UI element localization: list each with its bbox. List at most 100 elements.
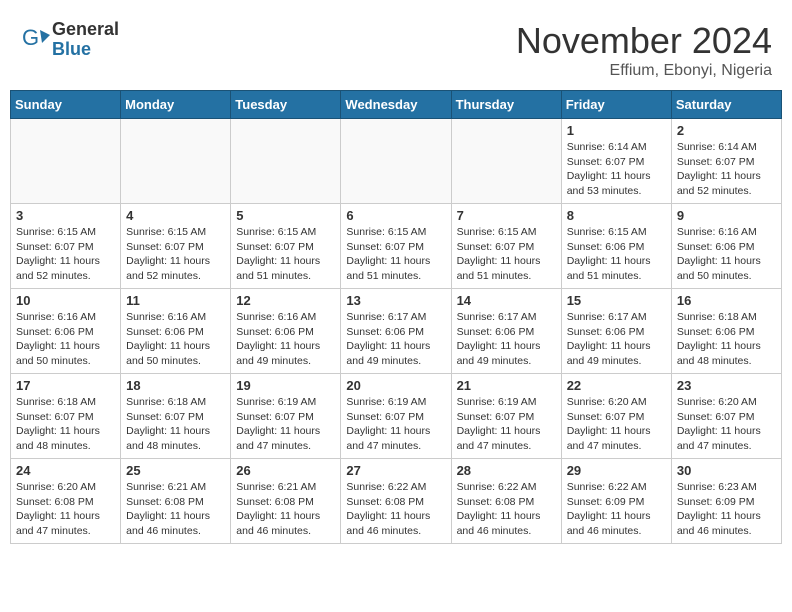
calendar-day-cell [121, 119, 231, 204]
day-number: 23 [677, 378, 776, 393]
calendar-day-header: Wednesday [341, 91, 451, 119]
calendar-day-cell: 23 Sunrise: 6:20 AM Sunset: 6:07 PM Dayli… [671, 374, 781, 459]
calendar-day-cell: 5Sunrise: 6:15 AM Sunset: 6:07 PM Daylig… [231, 204, 341, 289]
calendar-day-cell: 28 Sunrise: 6:22 AM Sunset: 6:08 PM Dayli… [451, 459, 561, 544]
day-info: Sunrise: 6:16 AM Sunset: 6:06 PM Dayligh… [16, 310, 115, 369]
day-info: Sunrise: 6:18 AM Sunset: 6:06 PM Dayligh… [677, 310, 776, 369]
day-info: Sunrise: 6:15 AM Sunset: 6:07 PM Dayligh… [16, 225, 115, 284]
day-info: Sunrise: 6:19 AM Sunset: 6:07 PM Dayligh… [346, 395, 445, 454]
calendar-day-cell: 30Sunrise: 6:23 AM Sunset: 6:09 PM Dayli… [671, 459, 781, 544]
calendar-day-cell: 20 Sunrise: 6:19 AM Sunset: 6:07 PM Dayli… [341, 374, 451, 459]
day-info: Sunrise: 6:18 AM Sunset: 6:07 PM Dayligh… [126, 395, 225, 454]
day-info: Sunrise: 6:22 AM Sunset: 6:09 PM Dayligh… [567, 480, 666, 539]
day-number: 16 [677, 293, 776, 308]
calendar-day-cell: 12 Sunrise: 6:16 AM Sunset: 6:06 PM Dayli… [231, 289, 341, 374]
day-number: 13 [346, 293, 445, 308]
day-info: Sunrise: 6:22 AM Sunset: 6:08 PM Dayligh… [457, 480, 556, 539]
day-number: 15 [567, 293, 666, 308]
calendar-day-cell: 13 Sunrise: 6:17 AM Sunset: 6:06 PM Dayli… [341, 289, 451, 374]
calendar-day-cell: 3 Sunrise: 6:15 AM Sunset: 6:07 PM Daylig… [11, 204, 121, 289]
calendar-day-cell: 27Sunrise: 6:22 AM Sunset: 6:08 PM Dayli… [341, 459, 451, 544]
calendar-header-row: SundayMondayTuesdayWednesdayThursdayFrid… [11, 91, 782, 119]
calendar-table: SundayMondayTuesdayWednesdayThursdayFrid… [10, 90, 782, 544]
calendar-day-cell [341, 119, 451, 204]
calendar-day-header: Sunday [11, 91, 121, 119]
title-block: November 2024 Effium, Ebonyi, Nigeria [516, 20, 772, 80]
calendar-day-cell: 25Sunrise: 6:21 AM Sunset: 6:08 PM Dayli… [121, 459, 231, 544]
day-info: Sunrise: 6:21 AM Sunset: 6:08 PM Dayligh… [236, 480, 335, 539]
calendar-day-cell: 26Sunrise: 6:21 AM Sunset: 6:08 PM Dayli… [231, 459, 341, 544]
calendar-day-cell: 17Sunrise: 6:18 AM Sunset: 6:07 PM Dayli… [11, 374, 121, 459]
day-info: Sunrise: 6:19 AM Sunset: 6:07 PM Dayligh… [236, 395, 335, 454]
day-number: 25 [126, 463, 225, 478]
day-info: Sunrise: 6:15 AM Sunset: 6:07 PM Dayligh… [457, 225, 556, 284]
calendar-week-row: 17Sunrise: 6:18 AM Sunset: 6:07 PM Dayli… [11, 374, 782, 459]
day-number: 28 [457, 463, 556, 478]
day-info: Sunrise: 6:16 AM Sunset: 6:06 PM Dayligh… [236, 310, 335, 369]
day-number: 3 [16, 208, 115, 223]
logo-icon: G [20, 25, 50, 55]
calendar-day-cell: 4 Sunrise: 6:15 AM Sunset: 6:07 PM Daylig… [121, 204, 231, 289]
day-number: 7 [457, 208, 556, 223]
day-number: 9 [677, 208, 776, 223]
calendar-day-cell: 11 Sunrise: 6:16 AM Sunset: 6:06 PM Dayli… [121, 289, 231, 374]
day-info: Sunrise: 6:17 AM Sunset: 6:06 PM Dayligh… [346, 310, 445, 369]
calendar-day-cell: 9Sunrise: 6:16 AM Sunset: 6:06 PM Daylig… [671, 204, 781, 289]
day-info: Sunrise: 6:15 AM Sunset: 6:06 PM Dayligh… [567, 225, 666, 284]
calendar-day-cell [231, 119, 341, 204]
calendar-day-cell: 18 Sunrise: 6:18 AM Sunset: 6:07 PM Dayli… [121, 374, 231, 459]
logo-general-text: General [52, 20, 119, 40]
calendar-day-cell [11, 119, 121, 204]
calendar-week-row: 3 Sunrise: 6:15 AM Sunset: 6:07 PM Daylig… [11, 204, 782, 289]
logo-blue-text: Blue [52, 40, 119, 60]
day-info: Sunrise: 6:14 AM Sunset: 6:07 PM Dayligh… [677, 140, 776, 199]
day-number: 4 [126, 208, 225, 223]
day-number: 10 [16, 293, 115, 308]
calendar-day-header: Monday [121, 91, 231, 119]
day-info: Sunrise: 6:17 AM Sunset: 6:06 PM Dayligh… [567, 310, 666, 369]
calendar-day-header: Saturday [671, 91, 781, 119]
day-number: 2 [677, 123, 776, 138]
day-number: 30 [677, 463, 776, 478]
calendar-day-cell: 8Sunrise: 6:15 AM Sunset: 6:06 PM Daylig… [561, 204, 671, 289]
day-number: 21 [457, 378, 556, 393]
page-header: G General Blue November 2024 Effium, Ebo… [10, 10, 782, 85]
day-info: Sunrise: 6:19 AM Sunset: 6:07 PM Dayligh… [457, 395, 556, 454]
day-info: Sunrise: 6:16 AM Sunset: 6:06 PM Dayligh… [126, 310, 225, 369]
day-number: 20 [346, 378, 445, 393]
day-number: 11 [126, 293, 225, 308]
calendar-day-header: Friday [561, 91, 671, 119]
day-number: 27 [346, 463, 445, 478]
calendar-day-cell: 22 Sunrise: 6:20 AM Sunset: 6:07 PM Dayli… [561, 374, 671, 459]
day-info: Sunrise: 6:15 AM Sunset: 6:07 PM Dayligh… [346, 225, 445, 284]
calendar-day-cell: 24Sunrise: 6:20 AM Sunset: 6:08 PM Dayli… [11, 459, 121, 544]
day-info: Sunrise: 6:14 AM Sunset: 6:07 PM Dayligh… [567, 140, 666, 199]
logo: G General Blue [20, 20, 119, 60]
day-number: 29 [567, 463, 666, 478]
day-info: Sunrise: 6:18 AM Sunset: 6:07 PM Dayligh… [16, 395, 115, 454]
calendar-day-cell: 14 Sunrise: 6:17 AM Sunset: 6:06 PM Dayli… [451, 289, 561, 374]
calendar-week-row: 1 Sunrise: 6:14 AM Sunset: 6:07 PM Daylig… [11, 119, 782, 204]
calendar-day-cell: 21 Sunrise: 6:19 AM Sunset: 6:07 PM Dayli… [451, 374, 561, 459]
day-number: 14 [457, 293, 556, 308]
day-number: 24 [16, 463, 115, 478]
calendar-day-cell: 19Sunrise: 6:19 AM Sunset: 6:07 PM Dayli… [231, 374, 341, 459]
day-info: Sunrise: 6:20 AM Sunset: 6:07 PM Dayligh… [677, 395, 776, 454]
calendar-day-cell: 7 Sunrise: 6:15 AM Sunset: 6:07 PM Daylig… [451, 204, 561, 289]
day-number: 6 [346, 208, 445, 223]
day-number: 12 [236, 293, 335, 308]
day-number: 18 [126, 378, 225, 393]
calendar-day-cell: 15 Sunrise: 6:17 AM Sunset: 6:06 PM Dayli… [561, 289, 671, 374]
day-info: Sunrise: 6:15 AM Sunset: 6:07 PM Dayligh… [126, 225, 225, 284]
day-info: Sunrise: 6:17 AM Sunset: 6:06 PM Dayligh… [457, 310, 556, 369]
month-title: November 2024 [516, 20, 772, 62]
day-number: 5 [236, 208, 335, 223]
day-number: 1 [567, 123, 666, 138]
day-info: Sunrise: 6:20 AM Sunset: 6:07 PM Dayligh… [567, 395, 666, 454]
calendar-day-cell: 1 Sunrise: 6:14 AM Sunset: 6:07 PM Daylig… [561, 119, 671, 204]
svg-text:G: G [22, 25, 39, 50]
calendar-day-cell: 10 Sunrise: 6:16 AM Sunset: 6:06 PM Dayli… [11, 289, 121, 374]
calendar-day-cell: 29 Sunrise: 6:22 AM Sunset: 6:09 PM Dayli… [561, 459, 671, 544]
day-number: 22 [567, 378, 666, 393]
calendar-day-header: Thursday [451, 91, 561, 119]
